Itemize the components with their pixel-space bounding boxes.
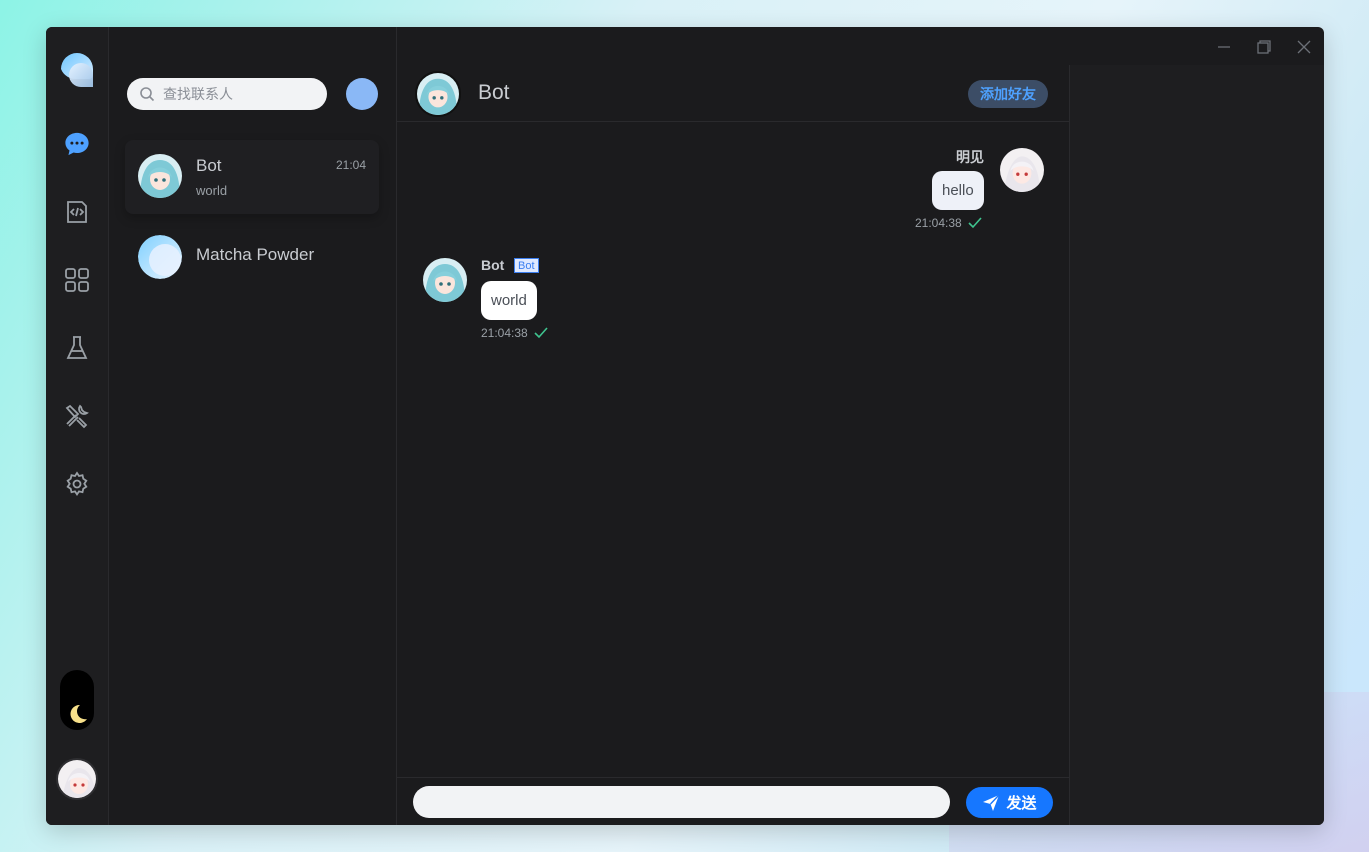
message-time: 21:04:38 (481, 326, 528, 340)
check-icon (534, 327, 548, 339)
icon-sidebar (46, 27, 109, 825)
chat-title: Bot (478, 81, 510, 104)
theme-toggle[interactable] (60, 670, 94, 730)
app-logo-icon (59, 51, 97, 89)
message-avatar (1000, 148, 1044, 192)
chat-panel: Bot 添加好友 明见 hello 21:04:38 Bot Bot world… (397, 65, 1069, 825)
close-button[interactable] (1294, 37, 1314, 57)
composer: 发送 (397, 777, 1069, 825)
close-icon (1297, 40, 1311, 54)
search-icon (140, 87, 155, 102)
message-meta: 21:04:38 (915, 216, 982, 230)
bot-badge: Bot (514, 258, 539, 273)
settings-icon (66, 471, 88, 497)
apps-icon (65, 268, 89, 292)
send-icon (983, 794, 1000, 811)
send-button[interactable]: 发送 (966, 787, 1053, 818)
chat-header: Bot 添加好友 (397, 65, 1069, 122)
minimize-button[interactable] (1214, 37, 1234, 57)
restore-button[interactable] (1254, 37, 1274, 57)
contact-item-bot[interactable]: Bot world 21:04 (125, 140, 379, 214)
search-placeholder: 查找联系人 (163, 86, 233, 102)
contact-avatar (138, 235, 182, 279)
contact-time: 21:04 (335, 158, 366, 172)
restore-icon (1257, 40, 1271, 54)
nav-lab[interactable] (64, 335, 90, 361)
code-icon (67, 201, 87, 223)
message-meta: 21:04:38 (481, 326, 548, 340)
add-friend-button[interactable]: 添加好友 (968, 80, 1048, 108)
send-label: 发送 (1006, 795, 1037, 812)
message-sender: 明见 (956, 149, 984, 165)
nav-apps[interactable] (64, 267, 90, 293)
nav-chat[interactable] (64, 131, 90, 157)
check-icon (968, 217, 982, 229)
message-bubble: hello (932, 171, 984, 210)
flask-icon (66, 336, 88, 359)
chat-icon (65, 132, 89, 156)
message-sender: Bot (481, 257, 505, 273)
contact-preview: world (196, 183, 228, 198)
app-window: 查找联系人 Bot world 21:04 Matcha Powder Bot … (46, 27, 1324, 825)
contact-name: Matcha Powder (196, 245, 315, 264)
nav-tools[interactable] (64, 403, 90, 429)
user-avatar[interactable] (56, 758, 98, 800)
search-input[interactable]: 查找联系人 (127, 78, 327, 110)
contact-name: Bot (196, 156, 222, 175)
minimize-icon (1218, 46, 1230, 48)
chat-avatar[interactable] (415, 71, 461, 117)
contacts-panel: 查找联系人 Bot world 21:04 Matcha Powder (109, 27, 397, 825)
search-action-button[interactable] (346, 78, 378, 110)
message-avatar (423, 258, 467, 302)
tools-icon (65, 404, 89, 429)
message-input[interactable] (413, 786, 950, 818)
contact-avatar (138, 154, 182, 198)
contact-item-matcha-powder[interactable]: Matcha Powder (125, 222, 379, 296)
details-panel (1069, 65, 1324, 825)
nav-code[interactable] (64, 199, 90, 225)
moon-icon (65, 702, 89, 726)
message-time: 21:04:38 (915, 216, 962, 230)
nav-settings[interactable] (64, 471, 90, 497)
message-bubble: world (481, 281, 537, 320)
